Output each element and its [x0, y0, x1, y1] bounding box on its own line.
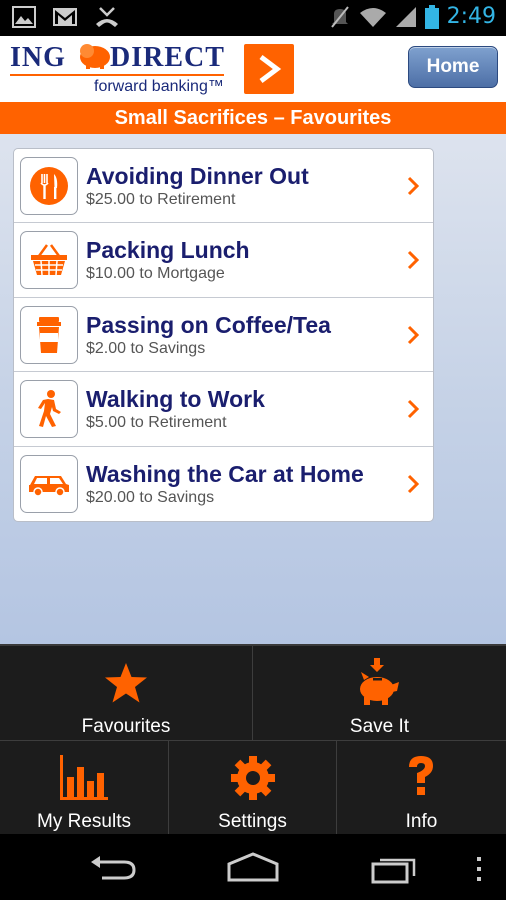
item-amount: $25.00 to Retirement — [86, 191, 236, 208]
nav-my-results-label: My Results — [37, 811, 131, 832]
play-button[interactable] — [244, 44, 294, 94]
overflow-menu-icon[interactable] — [475, 856, 483, 882]
nav-info-label: Info — [405, 811, 438, 832]
item-amount: $10.00 to Mortgage — [86, 265, 225, 283]
image-icon — [12, 6, 36, 28]
status-bar: 2:49 — [0, 0, 506, 36]
piggy-bank-icon — [360, 658, 399, 705]
home-button[interactable]: Home — [408, 46, 498, 88]
battery-icon — [424, 4, 439, 29]
coffee-cup-icon — [37, 316, 61, 353]
nav-save-it-label: Save It — [349, 716, 410, 737]
play-icon — [259, 55, 282, 83]
coffee-cup-icon-tile — [20, 305, 78, 364]
item-title: Washing the Car at Home — [86, 460, 364, 487]
favourites-list: Avoiding Dinner Out $25.00 to Retirement… — [13, 148, 434, 522]
ing-direct-logo: ING DIRECT forward banking™ — [10, 40, 240, 98]
item-title: Packing Lunch — [86, 237, 250, 264]
logo-ing-text: ING — [10, 42, 66, 73]
chevron-right-icon — [407, 251, 419, 270]
basket-icon — [31, 244, 67, 276]
cutlery-icon-tile — [20, 157, 78, 215]
list-item[interactable]: Walking to Work $5.00 to Retirement — [14, 372, 433, 447]
nav-favourites-label: Favourites — [81, 716, 171, 737]
item-amount: $2.00 to Savings — [86, 339, 206, 357]
walking-icon-tile — [20, 380, 78, 439]
home-nav-icon[interactable] — [226, 852, 280, 882]
list-item[interactable]: Avoiding Dinner Out $25.00 to Retirement — [14, 149, 433, 224]
system-nav-bar — [0, 834, 506, 900]
chevron-right-icon — [407, 325, 419, 344]
page-title: Small Sacrifices – Favourites — [0, 102, 506, 134]
gear-icon — [231, 756, 275, 800]
chevron-right-icon — [407, 400, 419, 419]
logo-tagline: forward banking™ — [94, 78, 224, 95]
car-icon — [29, 475, 69, 497]
nav-save-it-button[interactable]: Save It — [253, 646, 506, 740]
star-icon — [105, 663, 147, 703]
item-title: Passing on Coffee/Tea — [86, 311, 331, 338]
list-item[interactable]: Packing Lunch $10.00 to Mortgage — [14, 223, 433, 298]
list-item[interactable]: Washing the Car at Home $20.00 to Saving… — [14, 447, 433, 521]
back-icon[interactable] — [88, 854, 138, 884]
clock-time: 2:49 — [446, 4, 496, 29]
app-header: ING DIRECT forward banking™ Home — [0, 36, 506, 102]
basket-icon-tile — [20, 231, 78, 290]
nav-settings-label: Settings — [218, 811, 287, 832]
nav-favourites-button[interactable]: Favourites — [0, 646, 252, 740]
mute-icon — [330, 5, 349, 28]
content-area: Avoiding Dinner Out $25.00 to Retirement… — [0, 134, 506, 644]
list-item[interactable]: Passing on Coffee/Tea $2.00 to Savings — [14, 298, 433, 373]
wifi-icon — [359, 7, 386, 27]
gmail-icon — [53, 8, 77, 26]
nav-settings-button[interactable]: Settings — [169, 741, 336, 836]
bottom-nav: Favourites Save It My Results Settings I… — [0, 644, 506, 836]
signal-icon — [395, 6, 416, 27]
recent-apps-icon[interactable] — [370, 854, 420, 884]
item-title: Avoiding Dinner Out — [86, 163, 309, 189]
walking-icon — [38, 390, 61, 428]
logo-direct-text: DIRECT — [110, 42, 225, 73]
item-amount: $20.00 to Savings — [86, 488, 215, 506]
nav-info-button[interactable]: Info — [337, 741, 506, 836]
item-title: Walking to Work — [86, 386, 265, 413]
chevron-right-icon — [407, 474, 419, 493]
missed-call-icon — [96, 7, 118, 27]
question-mark-icon — [409, 756, 433, 795]
chevron-right-icon — [407, 176, 419, 196]
logo-divider — [10, 74, 224, 76]
lion-icon — [80, 44, 110, 69]
car-icon-tile — [20, 454, 78, 513]
bar-chart-icon — [60, 755, 108, 800]
cutlery-icon — [30, 167, 68, 205]
nav-my-results-button[interactable]: My Results — [0, 741, 168, 836]
item-amount: $5.00 to Retirement — [86, 414, 227, 432]
